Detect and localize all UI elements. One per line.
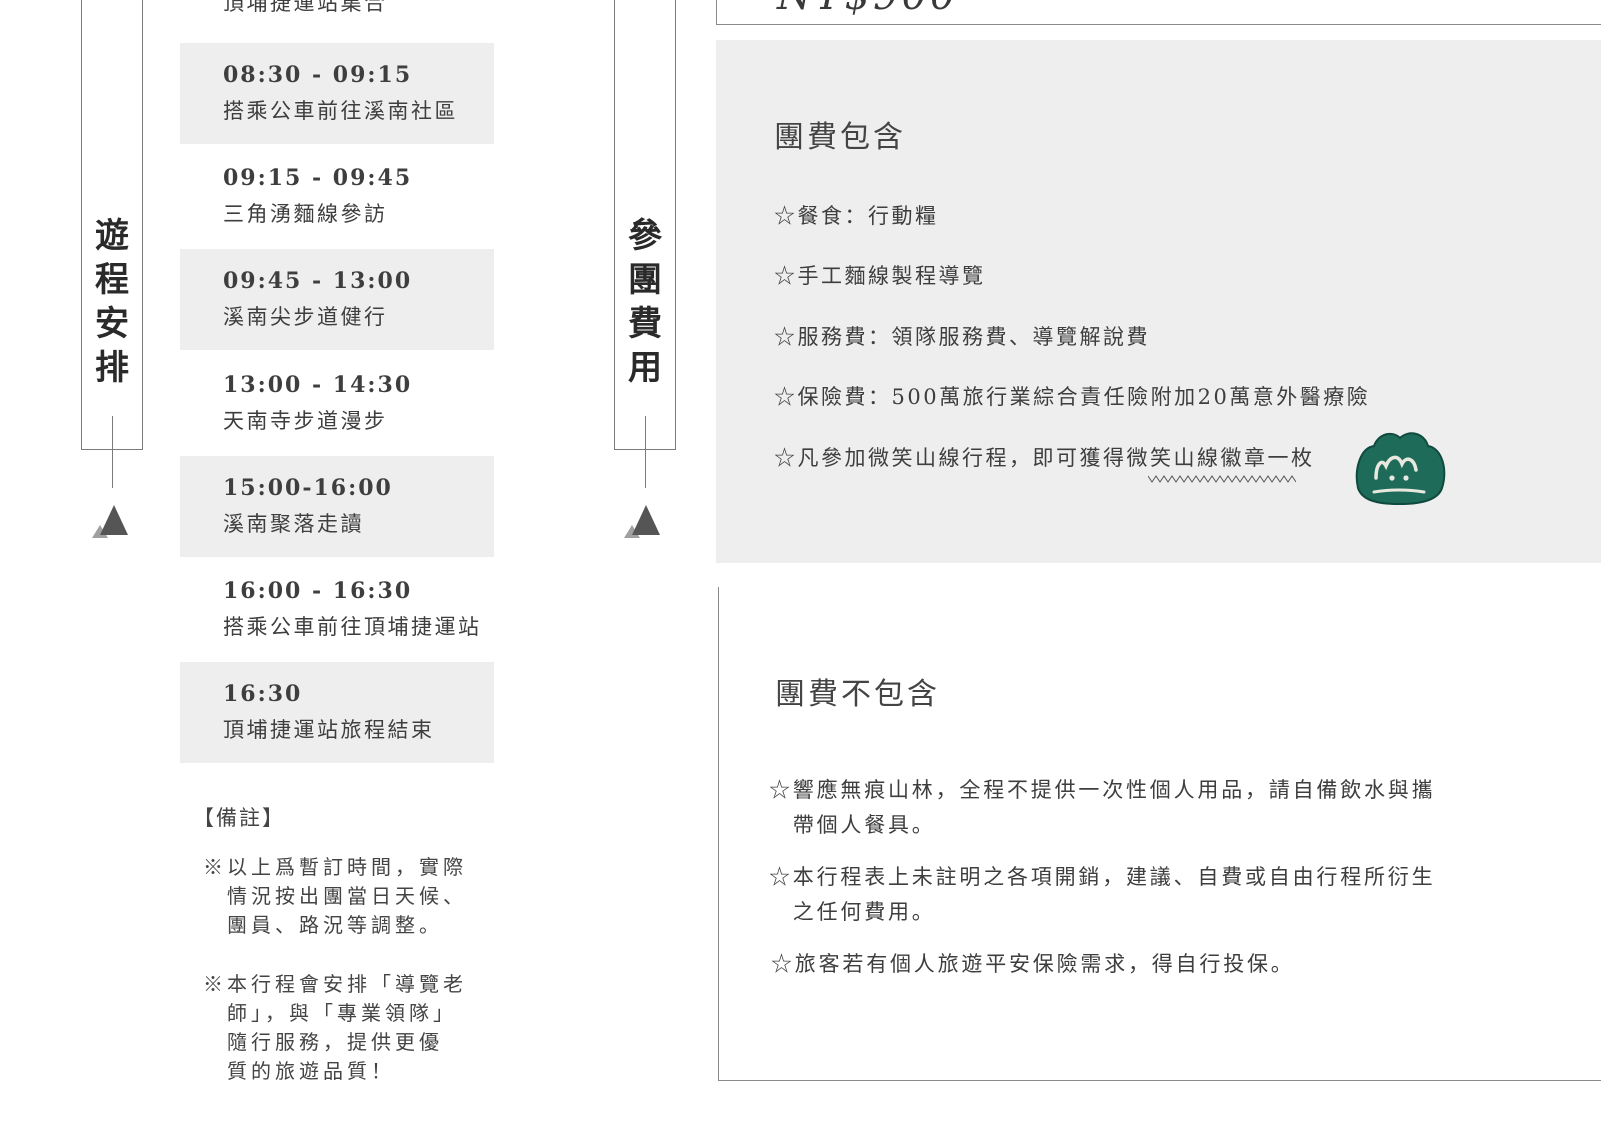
itinerary-tab-connector bbox=[112, 416, 113, 488]
slot-description: 溪南尖步道健行 bbox=[223, 305, 388, 329]
slot-time: 09:15 - 09:45 bbox=[223, 165, 413, 191]
slot-time: 09:45 - 13:00 bbox=[223, 268, 413, 294]
price-text: NT$900 bbox=[777, 0, 958, 19]
excluded-item: ☆響應無痕山林，全程不提供一次性個人用品，請自備飲水與攜 帶個人餐具。 bbox=[769, 778, 1436, 837]
excluded-item: ☆本行程表上未註明之各項開銷，建議、自費或自由行程所衍生 之任何費用。 bbox=[769, 865, 1436, 924]
schedule-slot: 09:45 - 13:00 溪南尖步道健行 bbox=[180, 249, 494, 350]
smile-mountain-badge-icon bbox=[1355, 432, 1446, 506]
itinerary-tab-label: 遊 程 安 排 bbox=[95, 216, 129, 388]
slot-time: 15:00-16:00 bbox=[223, 475, 393, 501]
schedule-slot: 15:00-16:00 溪南聚落走讀 bbox=[180, 456, 494, 557]
schedule-slot: 16:00 - 16:30 搭乘公車前往頂埔捷運站 bbox=[180, 559, 494, 660]
excluded-item: ☆旅客若有個人旅遊平安保險需求，得自行投保。 bbox=[771, 952, 1295, 976]
slot-description: 搭乘公車前往溪南社區 bbox=[223, 99, 458, 123]
slot-description: 天南寺步道漫步 bbox=[223, 409, 388, 433]
schedule-slot: 08:30 - 09:15 搭乘公車前往溪南社區 bbox=[180, 43, 494, 144]
fees-tab: 參 團 費 用 bbox=[614, 0, 676, 450]
itinerary-header-cut: 頂埔捷運站集合 bbox=[223, 0, 388, 15]
mountain-icon bbox=[92, 505, 128, 538]
price-box: NT$900 bbox=[716, 0, 1601, 25]
included-item: ☆手工麵線製程導覽 bbox=[774, 264, 986, 288]
fees-tab-connector bbox=[645, 416, 646, 488]
excluded-panel: 團費不包含 ☆響應無痕山林，全程不提供一次性個人用品，請自備飲水與攜 帶個人餐具… bbox=[718, 587, 1601, 1081]
slot-time: 13:00 - 14:30 bbox=[223, 372, 413, 398]
slot-time: 08:30 - 09:15 bbox=[223, 62, 413, 88]
included-item: ☆服務費：領隊服務費、導覽解說費 bbox=[774, 325, 1150, 349]
slot-description: 頂埔捷運站旅程結束 bbox=[223, 718, 435, 742]
included-item: ☆餐食：行動糧 bbox=[774, 204, 939, 228]
slot-description: 三角湧麵線參訪 bbox=[223, 202, 388, 226]
notes-title: 【備註】 bbox=[193, 806, 285, 830]
note-item: ※本行程會安排「導覽老 師」，與「專業領隊」 隨行服務，提供更優 質的旅遊品質！ bbox=[203, 972, 467, 1083]
schedule-slot: 16:30 頂埔捷運站旅程結束 bbox=[180, 662, 494, 763]
schedule-slot: 13:00 - 14:30 天南寺步道漫步 bbox=[180, 353, 494, 454]
excluded-title: 團費不包含 bbox=[775, 677, 940, 712]
itinerary-tab: 遊 程 安 排 bbox=[81, 0, 143, 450]
note-item: ※以上爲暫訂時間，實際 情況按出團當日天候、 團員、路況等調整。 bbox=[203, 855, 467, 937]
included-panel: 團費包含 ☆餐食：行動糧 ☆手工麵線製程導覽 ☆服務費：領隊服務費、導覽解說費 … bbox=[716, 40, 1601, 563]
mountain-icon bbox=[624, 505, 660, 538]
schedule-slot: 09:15 - 09:45 三角湧麵線參訪 bbox=[180, 146, 494, 247]
included-title: 團費包含 bbox=[774, 120, 906, 155]
included-item: ☆凡參加微笑山線行程，即可獲得微笑山線徽章一枚 bbox=[774, 446, 1315, 470]
zigzag-underline bbox=[1148, 475, 1296, 483]
fees-tab-label: 參 團 費 用 bbox=[628, 216, 662, 388]
included-item: ☆保險費：500萬旅行業綜合責任險附加20萬意外醫療險 bbox=[774, 385, 1371, 409]
slot-description: 溪南聚落走讀 bbox=[223, 512, 364, 536]
slot-time: 16:00 - 16:30 bbox=[223, 578, 413, 604]
slot-time: 16:30 bbox=[223, 681, 303, 707]
slot-description: 搭乘公車前往頂埔捷運站 bbox=[223, 615, 482, 639]
